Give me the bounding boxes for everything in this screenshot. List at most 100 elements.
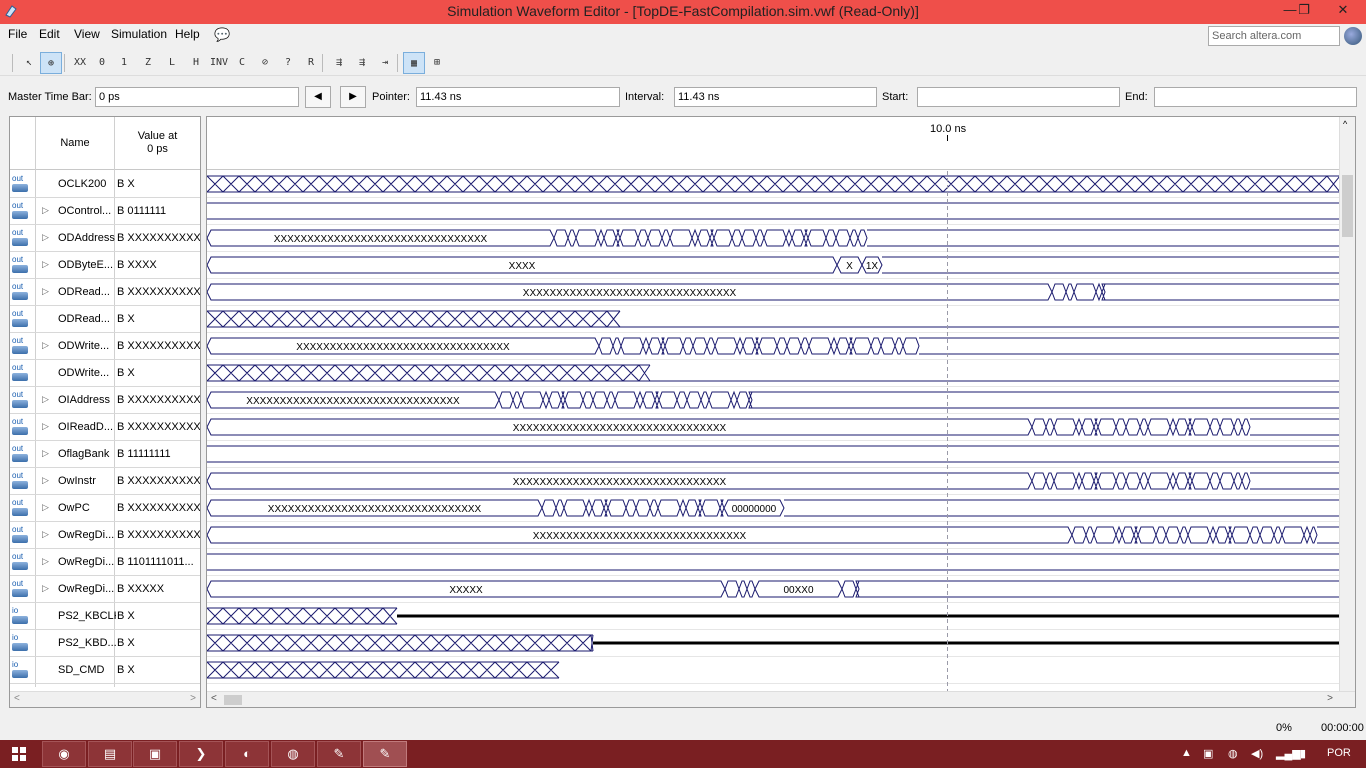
volume-icon[interactable]: ◀) bbox=[1251, 747, 1263, 760]
group-icon[interactable]: ⊞ bbox=[426, 52, 448, 74]
toolbar-separator bbox=[397, 54, 398, 72]
globe-icon[interactable]: ◍ bbox=[271, 741, 315, 767]
waveform-panel[interactable]: 10.0 ns XXXXXXXXXXXXXXXXXXXXXXXXXXXXXXXX… bbox=[206, 116, 1356, 708]
generate-netlist-icon[interactable]: ⇥ bbox=[374, 52, 396, 74]
force-low-icon[interactable]: 0 bbox=[91, 52, 113, 74]
help-balloon-icon[interactable]: 💬 bbox=[214, 27, 230, 43]
signal-row[interactable]: out ▷ OIAddress B XXXXXXXXXX... bbox=[10, 387, 200, 414]
start-field[interactable] bbox=[917, 87, 1120, 107]
signal-row[interactable]: out ODWrite... B X bbox=[10, 360, 200, 387]
end-field[interactable] bbox=[1154, 87, 1357, 107]
tray-app-icon[interactable]: ▣ bbox=[1203, 747, 1213, 760]
signal-row[interactable]: out ▷ OwRegDi... B 1101111011... bbox=[10, 549, 200, 576]
interval-field[interactable]: 11.43 ns bbox=[674, 87, 877, 107]
menu-help[interactable]: Help bbox=[175, 27, 200, 41]
run-timing-simulation-icon[interactable]: ⇶ bbox=[351, 52, 373, 74]
menu-edit[interactable]: Edit bbox=[39, 27, 60, 41]
menu-file[interactable]: File bbox=[8, 27, 27, 41]
snap-to-grid-icon[interactable]: ▦ bbox=[403, 52, 425, 74]
expand-icon[interactable]: ▷ bbox=[42, 286, 49, 297]
powershell-icon[interactable]: ❯ bbox=[179, 741, 223, 767]
waveform-vscrollbar[interactable]: ^ bbox=[1339, 117, 1355, 692]
arbitrary-value-icon[interactable]: ? bbox=[277, 52, 299, 74]
search-input[interactable]: Search altera.com bbox=[1208, 26, 1340, 46]
scroll-right-arrow[interactable]: > bbox=[190, 693, 196, 704]
unknown-value-region bbox=[207, 310, 621, 328]
restore-button[interactable]: ❐ bbox=[1290, 0, 1318, 20]
count-value-icon[interactable]: C bbox=[231, 52, 253, 74]
expand-icon[interactable]: ▷ bbox=[42, 502, 49, 513]
expand-icon[interactable]: ▷ bbox=[42, 475, 49, 486]
name-column-header[interactable]: Name bbox=[36, 137, 114, 149]
signal-row[interactable]: out ODRead... B X bbox=[10, 306, 200, 333]
waveform-editor-icon[interactable]: ✎ bbox=[363, 741, 407, 767]
scroll-up-arrow[interactable]: ^ bbox=[1343, 119, 1347, 129]
force-weak-low-icon[interactable]: L bbox=[161, 52, 183, 74]
force-unknown-icon[interactable]: XX bbox=[69, 52, 91, 74]
previous-transition-button[interactable]: ◀ bbox=[305, 86, 331, 108]
signal-row[interactable]: out ▷ OflagBank B 11111111 bbox=[10, 441, 200, 468]
invert-icon[interactable]: INV bbox=[208, 52, 230, 74]
menu-simulation[interactable]: Simulation bbox=[111, 27, 167, 41]
signal-row[interactable]: out ▷ OwPC B XXXXXXXXXX... bbox=[10, 495, 200, 522]
next-transition-button[interactable]: ▶ bbox=[340, 86, 366, 108]
signal-row[interactable]: out ▷ ODRead... B XXXXXXXXXX... bbox=[10, 279, 200, 306]
expand-icon[interactable]: ▷ bbox=[42, 232, 49, 243]
signal-row[interactable]: out ▷ ODAddress B XXXXXXXXXX... bbox=[10, 225, 200, 252]
force-high-icon[interactable]: 1 bbox=[113, 52, 135, 74]
expand-icon[interactable]: ▷ bbox=[42, 421, 49, 432]
signal-row[interactable]: out ▷ OwRegDi... B XXXXX bbox=[10, 576, 200, 603]
signal-row[interactable]: out OCLK200 B X bbox=[10, 171, 200, 198]
expand-icon[interactable]: ▷ bbox=[42, 394, 49, 405]
overwrite-clock-icon[interactable]: ⊘ bbox=[254, 52, 276, 74]
expand-icon[interactable]: ▷ bbox=[42, 340, 49, 351]
expand-icon[interactable]: ▷ bbox=[42, 448, 49, 459]
expand-icon[interactable]: ▷ bbox=[42, 259, 49, 270]
close-button[interactable]: ✕ bbox=[1326, 0, 1360, 20]
file-explorer-icon[interactable]: ▤ bbox=[88, 741, 132, 767]
signal-row[interactable]: out ▷ OIReadD... B XXXXXXXXXX... bbox=[10, 414, 200, 441]
expand-icon[interactable]: ▷ bbox=[42, 556, 49, 567]
signal-row[interactable]: out ▷ OControl... B 0111111 bbox=[10, 198, 200, 225]
signal-row[interactable]: out ▷ ODByteE... B XXXX bbox=[10, 252, 200, 279]
globe-icon[interactable] bbox=[1344, 27, 1362, 45]
signal-row[interactable]: io PS2_KBD... B X bbox=[10, 630, 200, 657]
scroll-left-arrow[interactable]: < bbox=[14, 693, 20, 704]
expand-icon[interactable]: ▷ bbox=[42, 529, 49, 540]
hscroll-thumb[interactable] bbox=[224, 695, 242, 705]
random-value-icon[interactable]: R bbox=[300, 52, 322, 74]
value-column-header[interactable]: Value at 0 ps bbox=[115, 130, 200, 156]
zoom-icon[interactable]: ⊕ bbox=[40, 52, 62, 74]
force-weak-high-icon[interactable]: H bbox=[185, 52, 207, 74]
menu-view[interactable]: View bbox=[74, 27, 100, 41]
waveform-app-icon[interactable]: ✎ bbox=[317, 741, 361, 767]
waveform-hscrollbar[interactable]: < > bbox=[207, 691, 1355, 707]
tray-network-app-icon[interactable]: ◍ bbox=[1228, 747, 1238, 760]
signal-row[interactable]: out ▷ ODWrite... B XXXXXXXXXX... bbox=[10, 333, 200, 360]
battery-icon[interactable]: ▮ bbox=[1300, 747, 1306, 760]
signal-icon[interactable]: ▂▄▆ bbox=[1276, 747, 1301, 760]
force-high-impedance-icon[interactable]: Z bbox=[137, 52, 159, 74]
expand-icon[interactable]: ▷ bbox=[42, 205, 49, 216]
pointer-field[interactable]: 11.43 ns bbox=[416, 87, 620, 107]
signal-row[interactable]: io SD_CMD B X bbox=[10, 657, 200, 684]
expand-icon[interactable]: ▷ bbox=[42, 583, 49, 594]
eclipse-icon[interactable]: ◐ bbox=[225, 741, 269, 767]
chip-icon[interactable]: ▣ bbox=[133, 741, 177, 767]
signal-row[interactable]: io PS2_KBCLK B X bbox=[10, 603, 200, 630]
windows-start-icon[interactable] bbox=[12, 747, 26, 761]
tray-expand-icon[interactable]: ▲ bbox=[1181, 747, 1192, 759]
waveform-canvas[interactable]: XXXXXXXXXXXXXXXXXXXXXXXXXXXXXXXXXXXX X 1XX… bbox=[207, 171, 1340, 691]
vscroll-thumb[interactable] bbox=[1342, 175, 1353, 237]
scroll-right-arrow[interactable]: > bbox=[1327, 693, 1333, 704]
master-time-bar-field[interactable]: 0 ps bbox=[95, 87, 299, 107]
scroll-left-arrow[interactable]: < bbox=[211, 693, 217, 704]
run-functional-simulation-icon[interactable]: ⇶ bbox=[328, 52, 350, 74]
opera-icon[interactable]: ◉ bbox=[42, 741, 86, 767]
pointer-icon[interactable]: ↖ bbox=[18, 52, 40, 74]
time-ruler[interactable]: 10.0 ns bbox=[207, 117, 1340, 170]
signal-row[interactable]: out ▷ OwInstr B XXXXXXXXXX... bbox=[10, 468, 200, 495]
signal-list-hscrollbar[interactable]: < > bbox=[10, 691, 200, 707]
signal-row[interactable]: out ▷ OwRegDi... B XXXXXXXXXX... bbox=[10, 522, 200, 549]
language-indicator[interactable]: POR bbox=[1327, 747, 1351, 759]
